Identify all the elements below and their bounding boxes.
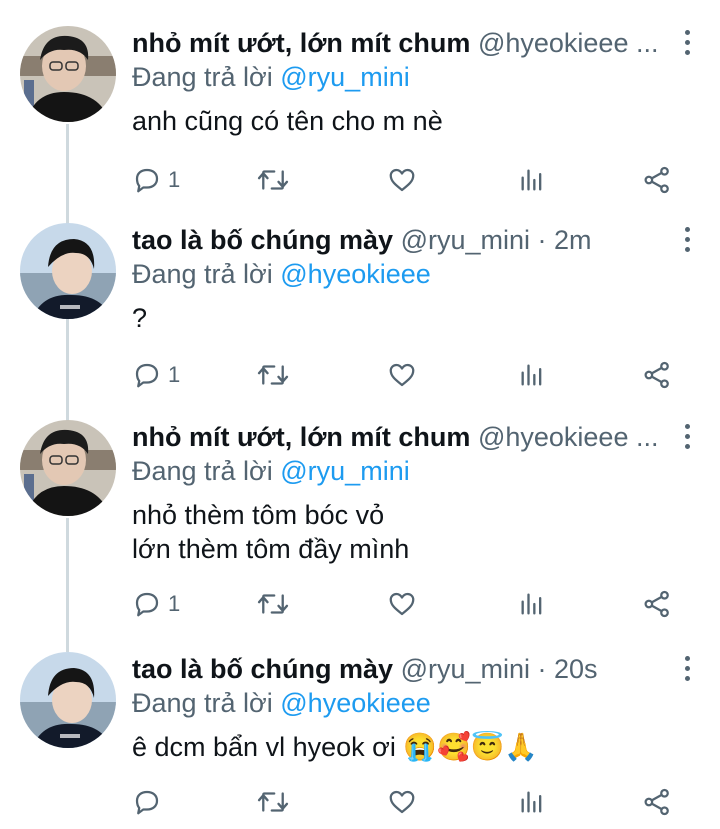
emoji-sequence: 😭🥰😇🙏 [403,732,538,762]
share-icon [644,788,669,816]
tweet-actions: 1 [132,357,692,393]
display-name[interactable]: tao là bố chúng mày [132,654,393,684]
tweet-header: tao là bố chúng mày @ryu_mini · 20s [132,652,700,686]
reply-icon [135,168,159,193]
reply-button[interactable]: 1 [132,586,180,622]
replying-to: Đang trả lời @hyeokieee [132,686,700,720]
more-icon[interactable] [682,424,692,452]
tweet-text: ê dcm bẩn vl hyeok ơi 😭🥰😇🙏 [132,730,700,764]
replying-to-label: Đang trả lời [132,62,281,92]
like-button[interactable] [386,784,418,820]
tweet-actions: 1 [132,162,692,198]
avatar[interactable] [20,652,116,748]
analytics-icon [521,791,542,813]
retweet-icon [257,365,289,385]
analytics-button[interactable] [518,586,546,622]
retweet-icon [257,170,289,190]
reply-button[interactable]: 1 [132,357,180,393]
tweet-header: nhỏ mít ướt, lớn mít chum @hyeokieee ... [132,26,700,60]
analytics-icon [521,169,542,191]
analytics-button[interactable] [518,162,546,198]
tweet-actions: 1 [132,586,692,622]
tweet-text-line: ê dcm bẩn vl hyeok ơi [132,732,404,762]
tweet-header: tao là bố chúng mày @ryu_mini · 2m [132,223,700,257]
retweet-button[interactable] [256,784,290,820]
share-icon [644,166,669,194]
reply-button[interactable]: 1 [132,162,180,198]
share-icon [644,590,669,618]
username-handle[interactable]: @ryu_mini · 20s [401,654,598,684]
reply-button[interactable] [132,784,168,820]
analytics-button[interactable] [518,357,546,393]
retweet-button[interactable] [256,586,290,622]
like-icon [389,363,415,387]
username-handle[interactable]: @ryu_mini · 2m [401,225,592,255]
analytics-button[interactable] [518,784,546,820]
tweet-text: anh cũng có tên cho m nè [132,104,700,138]
tweet-header: nhỏ mít ướt, lớn mít chum @hyeokieee ... [132,420,700,454]
tweet[interactable]: nhỏ mít ướt, lớn mít chum @hyeokieee ...… [0,420,720,620]
username-handle[interactable]: @hyeokieee ... [478,422,659,452]
replying-to-label: Đang trả lời [132,259,281,289]
share-button[interactable] [642,784,672,820]
tweet-text-line: lớn thèm tôm đầy mình [132,534,410,564]
more-icon[interactable] [682,30,692,58]
retweet-button[interactable] [256,357,290,393]
username-handle[interactable]: @hyeokieee ... [478,28,659,58]
replying-to: Đang trả lời @ryu_mini [132,60,700,94]
tweet[interactable]: nhỏ mít ướt, lớn mít chum @hyeokieee ...… [0,26,720,196]
reply-icon [135,363,159,388]
mention-link[interactable]: @hyeokieee [280,259,431,289]
tweet-text: ? [132,301,700,335]
tweet-text-line: ? [132,303,148,333]
like-button[interactable] [386,357,418,393]
avatar[interactable] [20,26,116,122]
display-name[interactable]: tao là bố chúng mày [132,225,393,255]
more-icon[interactable] [682,656,692,684]
like-icon [389,168,415,192]
like-icon [389,790,415,814]
tweet-actions [132,784,692,820]
share-icon [644,361,669,389]
retweet-icon [257,792,289,812]
replying-to-label: Đang trả lời [132,456,281,486]
display-name[interactable]: nhỏ mít ướt, lớn mít chum [132,422,470,452]
share-button[interactable] [642,357,672,393]
share-button[interactable] [642,162,672,198]
like-button[interactable] [386,586,418,622]
mention-link[interactable]: @ryu_mini [280,456,409,486]
like-button[interactable] [386,162,418,198]
reply-count: 1 [168,591,181,616]
reply-icon [135,592,159,617]
tweet-text-line: anh cũng có tên cho m nè [132,106,443,136]
reply-count: 1 [168,362,181,387]
analytics-icon [521,593,542,615]
more-icon[interactable] [682,227,692,255]
tweet-text-line: nhỏ thèm tôm bóc vỏ [132,500,385,530]
tweet[interactable]: tao là bố chúng mày @ryu_mini · 20s Đang… [0,652,720,829]
retweet-icon [257,594,289,614]
tweet-text: nhỏ thèm tôm bóc vỏ lớn thèm tôm đầy mìn… [132,498,700,566]
display-name[interactable]: nhỏ mít ướt, lớn mít chum [132,28,470,58]
like-icon [389,592,415,616]
tweet[interactable]: tao là bố chúng mày @ryu_mini · 2m Đang … [0,223,720,393]
replying-to: Đang trả lời @ryu_mini [132,454,700,488]
replying-to: Đang trả lời @hyeokieee [132,257,700,291]
avatar[interactable] [20,420,116,516]
reply-icon [135,790,159,815]
replying-to-label: Đang trả lời [132,688,281,718]
mention-link[interactable]: @hyeokieee [280,688,431,718]
analytics-icon [521,364,542,386]
retweet-button[interactable] [256,162,290,198]
avatar[interactable] [20,223,116,319]
share-button[interactable] [642,586,672,622]
reply-count: 1 [168,167,181,192]
mention-link[interactable]: @ryu_mini [280,62,409,92]
